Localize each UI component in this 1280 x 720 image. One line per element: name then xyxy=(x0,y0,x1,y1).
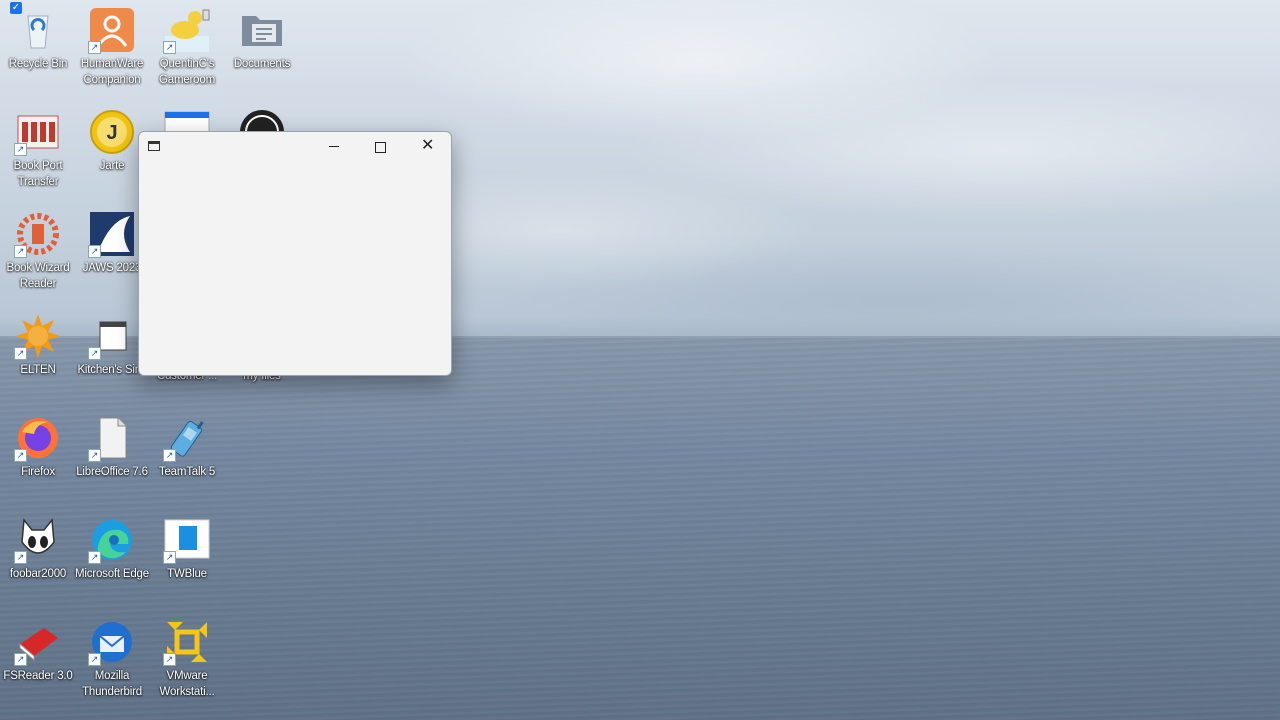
svg-text:J: J xyxy=(106,122,117,144)
icon-label: Book Wizard Reader xyxy=(6,262,70,290)
shortcut-arrow-icon: ↗ xyxy=(14,551,27,564)
shortcut-arrow-icon: ↗ xyxy=(163,41,176,54)
desktop-icon-twblue[interactable]: ↗ TWBlue xyxy=(149,516,225,582)
humanware-icon: ↗ xyxy=(88,6,136,54)
minimize-icon xyxy=(329,146,339,147)
desktop-icon-elten[interactable]: ↗ ELTEN xyxy=(0,312,76,378)
icon-label: VMware Workstati... xyxy=(159,670,215,698)
twblue-icon: ↗ xyxy=(163,516,211,564)
window-titlebar[interactable]: ✕ xyxy=(139,132,451,162)
icon-label: LibreOffice 7.6 xyxy=(76,466,148,478)
teamtalk-walkie-icon: ↗ xyxy=(163,414,211,462)
desktop-icon-vmware-workstation[interactable]: ↗ VMware Workstati... xyxy=(149,618,225,700)
maximize-button[interactable] xyxy=(357,132,403,162)
foobar-alien-icon: ↗ xyxy=(14,516,62,564)
desktop-icon-book-wizard-reader[interactable]: ↗ Book Wizard Reader xyxy=(0,210,76,292)
desktop-icon-fsreader[interactable]: ↗ FSReader 3.0 xyxy=(0,618,76,684)
desktop-icon-teamtalk[interactable]: ↗ TeamTalk 5 xyxy=(149,414,225,480)
icon-label: FSReader 3.0 xyxy=(3,670,73,682)
icon-label: TWBlue xyxy=(167,568,207,580)
book-port-icon: ↗ xyxy=(14,108,62,156)
edge-icon: ↗ xyxy=(88,516,136,564)
maximize-icon xyxy=(375,142,386,153)
desktop-icon-microsoft-edge[interactable]: ↗ Microsoft Edge xyxy=(74,516,150,582)
shortcut-arrow-icon: ↗ xyxy=(163,449,176,462)
jarte-icon: J xyxy=(88,108,136,156)
minimize-button[interactable] xyxy=(311,132,357,162)
book-wizard-icon: ↗ xyxy=(14,210,62,258)
icon-label: Microsoft Edge xyxy=(75,568,149,580)
kitchens-sink-icon: ↗ xyxy=(88,312,136,360)
icon-label: ELTEN xyxy=(20,364,56,376)
window-app-icon[interactable] xyxy=(148,141,160,151)
desktop-icon-recycle-bin[interactable]: ✓ Recycle Bin xyxy=(0,2,76,72)
icon-label: TeamTalk 5 xyxy=(158,466,216,478)
shortcut-arrow-icon: ↗ xyxy=(88,551,101,564)
shortcut-arrow-icon: ↗ xyxy=(88,41,101,54)
shortcut-arrow-icon: ↗ xyxy=(88,653,101,666)
fsreader-book-icon: ↗ xyxy=(14,618,62,666)
gameroom-duck-icon: ↗ xyxy=(163,6,211,54)
shortcut-arrow-icon: ↗ xyxy=(88,245,101,258)
shortcut-arrow-icon: ↗ xyxy=(14,449,27,462)
icon-label: Mozilla Thunderbird xyxy=(82,670,142,698)
icon-label: Recycle Bin xyxy=(8,58,68,70)
close-button[interactable]: ✕ xyxy=(405,132,451,162)
desktop-icon-mozilla-thunderbird[interactable]: ↗ Mozilla Thunderbird xyxy=(74,618,150,700)
icon-label: QuentinC's Gameroom xyxy=(159,58,215,86)
icon-label: HumanWare Companion xyxy=(80,58,144,86)
window-client-area[interactable] xyxy=(139,162,451,375)
shortcut-arrow-icon: ↗ xyxy=(88,449,101,462)
icon-label: Book Port Transfer xyxy=(13,160,63,188)
desktop-icon-libreoffice[interactable]: ↗ LibreOffice 7.6 xyxy=(74,414,150,480)
shortcut-arrow-icon: ↗ xyxy=(14,653,27,666)
icon-label: Firefox xyxy=(21,466,55,478)
close-icon: ✕ xyxy=(421,137,435,154)
desktop-icon-book-port-transfer[interactable]: ↗ Book Port Transfer xyxy=(0,108,76,190)
recycle-bin-icon: ✓ xyxy=(10,2,62,54)
shortcut-arrow-icon: ↗ xyxy=(163,551,176,564)
jaws-shark-fin-icon: ↗ xyxy=(88,210,136,258)
libreoffice-document-icon: ↗ xyxy=(88,414,136,462)
desktop-icon-firefox[interactable]: ↗ Firefox xyxy=(0,414,76,480)
desktop-icon-quentincs-gameroom[interactable]: ↗ QuentinC's Gameroom xyxy=(149,6,225,88)
shortcut-arrow-icon: ↗ xyxy=(163,653,176,666)
documents-folder-icon xyxy=(238,6,286,54)
firefox-icon: ↗ xyxy=(14,414,62,462)
shortcut-arrow-icon: ↗ xyxy=(88,347,101,360)
desktop-icon-documents[interactable]: Documents xyxy=(224,6,300,72)
icon-label: Documents xyxy=(233,58,291,70)
blank-app-window[interactable]: ✕ xyxy=(138,131,452,376)
icon-label: foobar2000 xyxy=(9,568,67,580)
shortcut-arrow-icon: ↗ xyxy=(14,245,27,258)
shortcut-arrow-icon: ↗ xyxy=(14,143,27,156)
selection-check-icon: ✓ xyxy=(10,2,22,14)
elten-sun-icon: ↗ xyxy=(14,312,62,360)
desktop-icon-foobar2000[interactable]: ↗ foobar2000 xyxy=(0,516,76,582)
thunderbird-icon: ↗ xyxy=(88,618,136,666)
vmware-icon: ↗ xyxy=(163,618,211,666)
desktop-icon-humanware-companion[interactable]: ↗ HumanWare Companion xyxy=(74,6,150,88)
shortcut-arrow-icon: ↗ xyxy=(14,347,27,360)
